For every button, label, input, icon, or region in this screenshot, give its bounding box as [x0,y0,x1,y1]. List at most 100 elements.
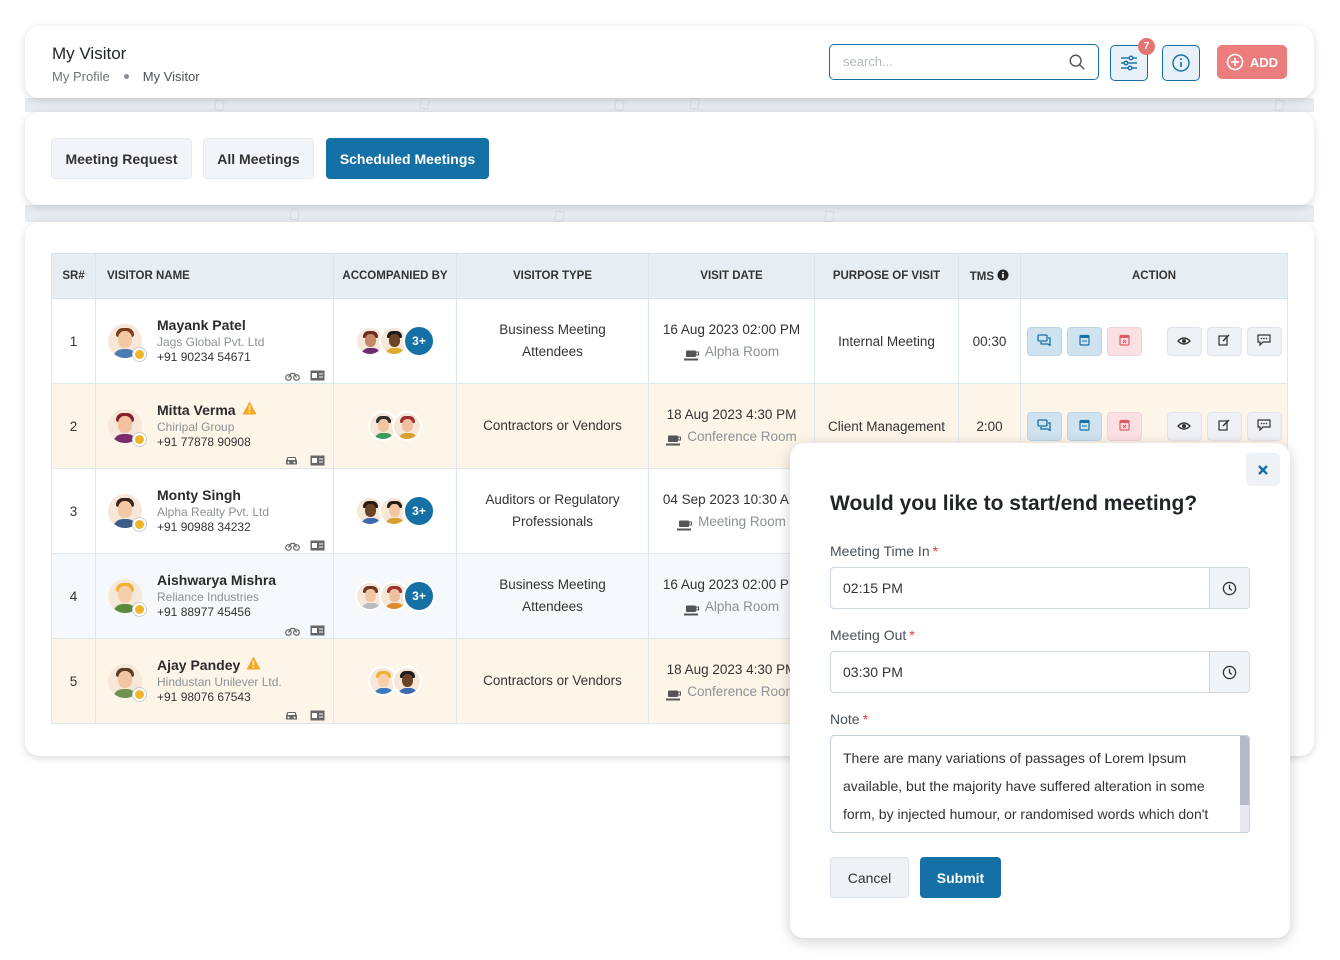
action-calendar-cancel-button[interactable] [1106,326,1142,356]
visit-room: Conference Room [649,426,814,448]
tab-scheduled-meetings[interactable]: Scheduled Meetings [326,138,489,179]
visitor-cell: Mitta Verma Chiripal Group +91 77878 90908 [95,383,334,469]
accompanied-cell: 3+ [333,298,457,384]
avatar[interactable] [108,664,146,701]
action-edit-button[interactable] [1206,411,1242,441]
note-label-text: Note [830,711,860,727]
bike-icon [285,369,300,381]
note-label: Note * [830,711,868,727]
more-accompanied-badge[interactable]: 3+ [403,580,435,612]
info-icon [1172,54,1190,72]
accompanied-avatar[interactable] [392,411,422,441]
visitor-type-cell: Contractors or Vendors [456,638,649,724]
sliders-icon [1121,55,1137,71]
warning-icon [246,656,261,674]
avatar[interactable] [108,409,146,446]
avatar[interactable] [108,324,146,361]
time-in-picker-button[interactable] [1209,568,1249,608]
close-button[interactable] [1246,453,1280,486]
table-row: 1 Mayank Patel Jags Global Pvt. Ltd +91 902… [51,298,1288,384]
add-button[interactable]: ADD [1217,45,1287,79]
chat-icon [1037,333,1051,349]
breadcrumb-separator [123,74,129,79]
time-out-picker-button[interactable] [1209,652,1249,692]
visitor-name-text: Mitta Verma [157,402,236,419]
more-accompanied-badge[interactable]: 3+ [403,495,435,527]
visitor-name[interactable]: Ajay Pandey [157,656,282,674]
action-calendar-button[interactable] [1066,326,1102,356]
col-accompanied-by: ACCOMPANIED BY [333,253,457,299]
visitor-company: Chiripal Group [157,419,235,434]
accompanied-cell: 3+ [333,468,457,554]
sr-cell: 3 [51,468,96,554]
page-header: My Visitor My Profile My Visitor 7 ADD [25,26,1314,98]
action-chat-button[interactable] [1026,326,1062,356]
room-name: Meeting Room [698,514,786,529]
action-eye-button[interactable] [1166,411,1202,441]
page-title: My Visitor [52,44,127,63]
time-out-label-text: Meeting Out [830,627,907,643]
time-in-input[interactable] [831,568,1209,608]
action-edit-button[interactable] [1206,326,1242,356]
more-accompanied-badge[interactable]: 3+ [403,325,435,357]
coffee-cup-icon [666,431,682,446]
room-name: Alpha Room [704,599,780,614]
coffee-cup-icon [683,601,699,616]
tab-all-meetings[interactable]: All Meetings [203,138,314,179]
info-filled-icon[interactable] [997,269,1009,281]
eye-icon [1177,419,1191,434]
visitor-cell: Mayank Patel Jags Global Pvt. Ltd +91 9023… [95,298,334,384]
required-mark: * [909,627,915,643]
action-chat-button[interactable] [1026,411,1062,441]
visitor-type-line: Contractors or Vendors [483,673,622,689]
visitor-name-text: Mayank Patel [157,317,246,334]
calendar-cancel-icon [1118,419,1130,434]
sr-cell: 4 [51,553,96,639]
clock-icon [1222,581,1237,595]
col-sr: SR# [51,253,96,299]
car-icon [285,709,300,720]
col-tms-label: TMS [969,271,995,283]
visitor-cell: Aishwarya Mishra Reliance Industries +91 8… [95,553,334,639]
avatar[interactable] [108,494,146,531]
submit-button[interactable]: Submit [920,857,1001,898]
search-input[interactable] [830,45,1050,78]
action-message-button[interactable] [1246,411,1282,441]
note-scrollbar-thumb[interactable] [1240,736,1249,805]
visitor-phone: +91 90234 54671 [157,350,251,365]
breadcrumb-my-visitor: My Visitor [142,69,200,84]
action-calendar-cancel-button[interactable] [1106,411,1142,441]
filter-count-badge: 7 [1138,38,1155,55]
background-pattern-top [25,97,1314,112]
visitor-name[interactable]: Mitta Verma [157,401,257,419]
action-eye-button[interactable] [1166,326,1202,356]
sr-cell: 5 [51,638,96,724]
breadcrumb-my-profile[interactable]: My Profile [52,69,110,84]
room-name: Conference Room [687,429,797,444]
action-message-button[interactable] [1246,326,1282,356]
visit-date: 18 Aug 2023 4:30 PM [666,407,797,423]
edit-icon [1218,418,1230,434]
visitor-name[interactable]: Monty Singh [157,486,269,504]
visitor-company: Jags Global Pvt. Ltd [157,334,265,349]
coffee-cup-icon [683,346,699,361]
tab-meeting-request[interactable]: Meeting Request [51,138,192,179]
info-button[interactable] [1162,45,1200,81]
accompanied-avatar[interactable] [392,666,422,696]
chat-icon [1037,418,1051,434]
avatar[interactable] [108,579,146,616]
note-scrollbar[interactable] [1240,736,1249,832]
time-out-input[interactable] [831,652,1209,692]
filter-button[interactable]: 7 [1110,38,1155,81]
visitor-type-cell: Business Meeting Attendees [456,553,649,639]
cancel-button[interactable]: Cancel [830,857,909,898]
room-name: Conference Room [687,684,797,699]
col-tms: TMS [958,253,1021,299]
action-calendar-button[interactable] [1066,411,1102,441]
visitor-name[interactable]: Mayank Patel [157,316,264,334]
search-icon[interactable] [1068,53,1086,71]
visitor-type-line: Auditors or Regulatory [485,492,620,508]
visitor-name[interactable]: Aishwarya Mishra [157,571,276,589]
note-textarea[interactable]: There are many variations of passages of… [831,736,1241,832]
bike-icon [285,624,300,636]
